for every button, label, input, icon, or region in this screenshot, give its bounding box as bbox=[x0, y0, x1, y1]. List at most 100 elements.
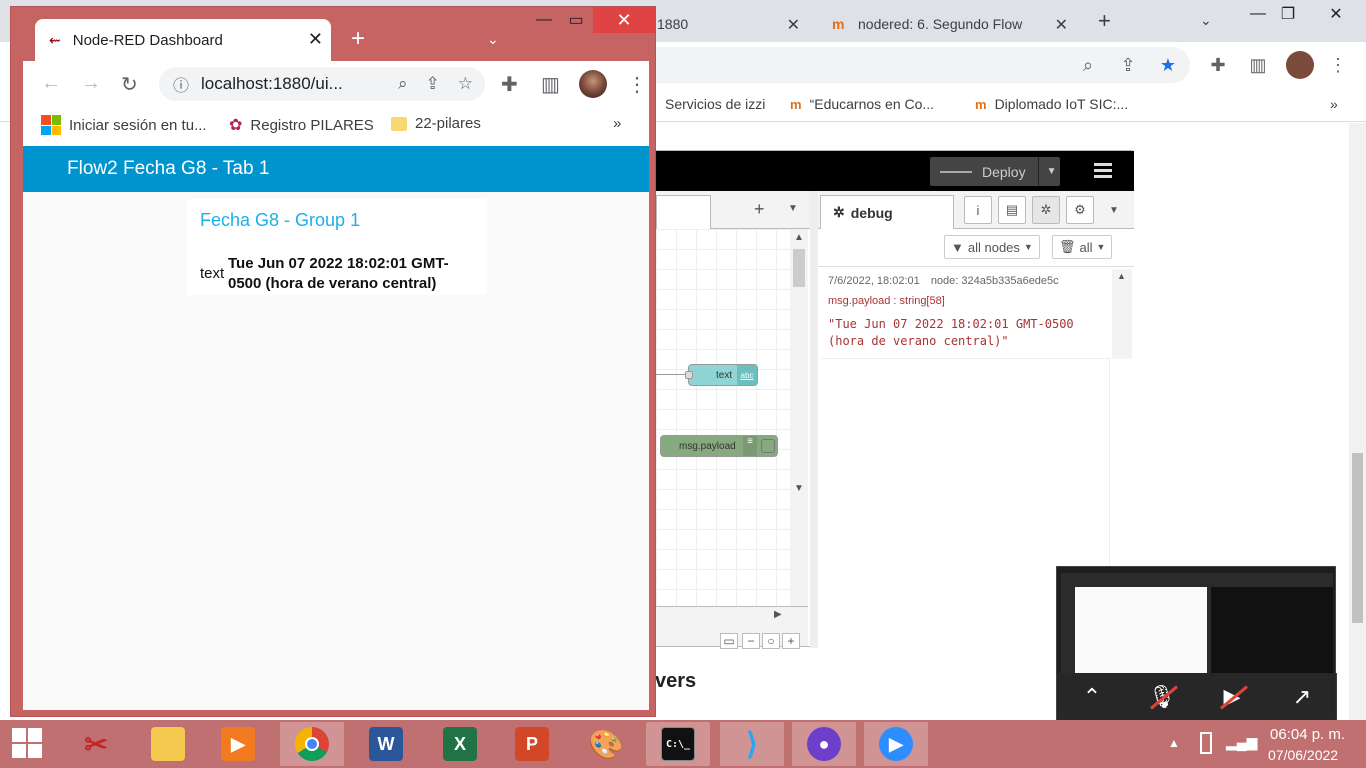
address-bar[interactable]: ⓘ localhost:1880/ui... ⌕ ⇪ ☆ bbox=[159, 67, 485, 101]
taskbar-vscode[interactable]: ⟩ bbox=[720, 722, 784, 766]
new-tab-button[interactable]: + bbox=[351, 25, 365, 53]
taskbar-paint[interactable]: 🎨 bbox=[574, 722, 638, 766]
share-screen-icon[interactable]: ↗ bbox=[1287, 682, 1317, 712]
taskbar-media-player[interactable]: ▶ bbox=[206, 722, 270, 766]
menu-dots-icon[interactable]: ⋮ bbox=[627, 72, 647, 97]
caret-down-icon[interactable]: ▼ bbox=[1100, 196, 1128, 224]
clock-date[interactable]: 07/06/2022 bbox=[1268, 747, 1338, 763]
extensions-icon[interactable]: ✚ bbox=[1206, 53, 1230, 77]
more-bookmarks-icon[interactable]: » bbox=[1330, 96, 1338, 112]
taskbar-zoom[interactable]: ▶ bbox=[864, 722, 928, 766]
show-hidden-icons-icon[interactable]: ▲ bbox=[1168, 736, 1180, 750]
hamburger-menu-icon[interactable] bbox=[1094, 163, 1112, 181]
scroll-down-icon[interactable]: ▼ bbox=[794, 483, 804, 494]
windows-start-icon[interactable] bbox=[12, 728, 44, 760]
deploy-button[interactable]: Deploy ▼ bbox=[930, 157, 1060, 186]
restore-button[interactable]: ❐ bbox=[1268, 2, 1308, 26]
clear-messages-dropdown[interactable]: 🗑 all ▼ bbox=[1052, 235, 1113, 259]
wifi-signal-icon[interactable]: ▂▄▆ bbox=[1226, 734, 1257, 751]
star-icon[interactable]: ★ bbox=[1156, 53, 1180, 77]
debug-toggle-button[interactable] bbox=[761, 439, 775, 453]
close-icon[interactable]: ✕ bbox=[308, 29, 323, 50]
tab-node-red-dashboard[interactable]: ⇜ Node-RED Dashboard ✕ bbox=[35, 19, 331, 61]
caret-down-icon[interactable]: ▼ bbox=[788, 203, 798, 214]
zoom-icon[interactable]: ⌕ bbox=[1076, 53, 1100, 77]
map-icon[interactable]: ▭ bbox=[720, 633, 738, 649]
info-icon[interactable]: i bbox=[964, 196, 992, 224]
taskbar-powerpoint[interactable]: P bbox=[500, 722, 564, 766]
zoom-icon[interactable]: ⌕ bbox=[398, 74, 408, 94]
bug-icon[interactable]: ✲ bbox=[1032, 196, 1060, 224]
back-icon[interactable]: ← bbox=[41, 72, 61, 95]
taskbar-terminal[interactable]: C:\_ bbox=[646, 722, 710, 766]
gear-icon[interactable]: ⚙ bbox=[1066, 196, 1094, 224]
background-tab-localhost[interactable]: 1880 ✕ bbox=[655, 6, 810, 42]
bookmark-iniciar-sesion[interactable]: Iniciar sesión en tu... bbox=[41, 115, 207, 135]
clock-time[interactable]: 06:04 p. m. bbox=[1270, 726, 1345, 743]
tab-search-icon[interactable]: ⌄ bbox=[1200, 12, 1212, 29]
new-tab-button[interactable]: + bbox=[1098, 8, 1111, 34]
bookmark-22-pilares[interactable]: 22-pilares bbox=[391, 115, 481, 132]
extensions-icon[interactable]: ✚ bbox=[501, 72, 518, 97]
avatar[interactable] bbox=[1286, 51, 1314, 79]
debug-node[interactable]: msg.payload ≡ bbox=[660, 435, 778, 457]
workspace-tab[interactable] bbox=[656, 195, 711, 229]
scrollbar-thumb[interactable] bbox=[1352, 453, 1363, 623]
more-bookmarks-icon[interactable]: » bbox=[613, 115, 621, 132]
scroll-up-icon[interactable]: ▲ bbox=[794, 232, 804, 243]
book-icon[interactable]: ▤ bbox=[998, 196, 1026, 224]
flow-canvas[interactable]: text abc msg.payload ≡ bbox=[656, 229, 790, 606]
bookmark-diplomado[interactable]: m Diplomado IoT SIC:... bbox=[975, 96, 1128, 112]
tab-debug[interactable]: ✲ debug bbox=[820, 195, 954, 229]
canvas-scrollbar[interactable] bbox=[790, 229, 808, 606]
page-scrollbar[interactable] bbox=[1349, 123, 1366, 720]
zoom-out-icon[interactable]: − bbox=[742, 633, 760, 649]
tab-search-icon[interactable]: ⌄ bbox=[487, 31, 499, 48]
scroll-up-icon[interactable]: ▲ bbox=[1117, 271, 1126, 281]
debug-message[interactable]: 7/6/2022, 18:02:01 node: 324a5b335a6ede5… bbox=[822, 271, 1110, 359]
input-port[interactable] bbox=[685, 371, 693, 379]
filter-nodes-dropdown[interactable]: ▼ all nodes ▼ bbox=[944, 235, 1040, 259]
add-flow-icon[interactable]: + bbox=[754, 199, 765, 220]
maximize-button[interactable]: ▭ bbox=[559, 7, 593, 33]
bookmark-registro-pilares[interactable]: ✿ Registro PILARES bbox=[229, 115, 374, 135]
forward-icon[interactable]: → bbox=[81, 72, 101, 95]
taskbar-chrome[interactable] bbox=[280, 722, 344, 766]
taskbar-excel[interactable]: X bbox=[428, 722, 492, 766]
bookmark-izzi[interactable]: Servicios de izzi bbox=[665, 96, 765, 112]
zoom-in-icon[interactable]: + bbox=[782, 633, 800, 649]
close-icon[interactable]: ✕ bbox=[1055, 15, 1068, 35]
scrollbar-thumb[interactable] bbox=[793, 249, 805, 287]
minimize-button[interactable]: — bbox=[527, 7, 561, 33]
avatar[interactable] bbox=[579, 70, 607, 98]
sidebar-scrollbar[interactable]: ▲ bbox=[1112, 269, 1132, 359]
caret-down-icon[interactable]: ▼ bbox=[1047, 166, 1057, 177]
taskbar-word[interactable]: W bbox=[354, 722, 418, 766]
reload-icon[interactable]: ↻ bbox=[121, 72, 138, 97]
url-text[interactable]: localhost:1880/ui... bbox=[201, 74, 343, 94]
chevron-up-icon[interactable]: ⌃ bbox=[1077, 682, 1107, 712]
mute-microphone-icon[interactable]: 🎙 bbox=[1147, 682, 1178, 712]
star-icon[interactable]: ☆ bbox=[458, 74, 473, 94]
close-window-button[interactable]: ✕ bbox=[593, 7, 655, 33]
debug-node-id[interactable]: node: 324a5b335a6ede5c bbox=[931, 275, 1059, 287]
battery-icon[interactable] bbox=[1200, 732, 1212, 754]
sidebar-splitter[interactable] bbox=[810, 191, 818, 648]
bookmark-educarnos[interactable]: m “Educarnos en Co... bbox=[790, 96, 934, 112]
background-address-bar[interactable]: ⌕ ⇪ ★ bbox=[640, 47, 1190, 83]
close-window-button[interactable]: ✕ bbox=[1316, 2, 1356, 26]
zoom-meeting-thumbnail[interactable]: ⌃ 🎙 ▶ ↗ bbox=[1056, 566, 1337, 721]
side-panel-icon[interactable]: ▥ bbox=[541, 72, 560, 97]
close-icon[interactable]: ✕ bbox=[787, 15, 800, 35]
taskbar-snipping-tool[interactable]: ✂ bbox=[64, 722, 128, 766]
taskbar-github-desktop[interactable]: ● bbox=[792, 722, 856, 766]
taskbar-file-explorer[interactable] bbox=[136, 722, 200, 766]
share-icon[interactable]: ⇪ bbox=[426, 74, 440, 94]
zoom-reset-icon[interactable]: ○ bbox=[762, 633, 780, 649]
share-icon[interactable]: ⇪ bbox=[1116, 53, 1140, 77]
text-node[interactable]: text abc bbox=[685, 364, 758, 386]
scroll-right-icon[interactable]: ▶ bbox=[774, 609, 782, 620]
side-panel-icon[interactable]: ▥ bbox=[1246, 53, 1270, 77]
background-tab-nodered-flow[interactable]: m nodered: 6. Segundo Flow ✕ bbox=[820, 6, 1078, 42]
stop-video-icon[interactable]: ▶ bbox=[1217, 682, 1248, 712]
